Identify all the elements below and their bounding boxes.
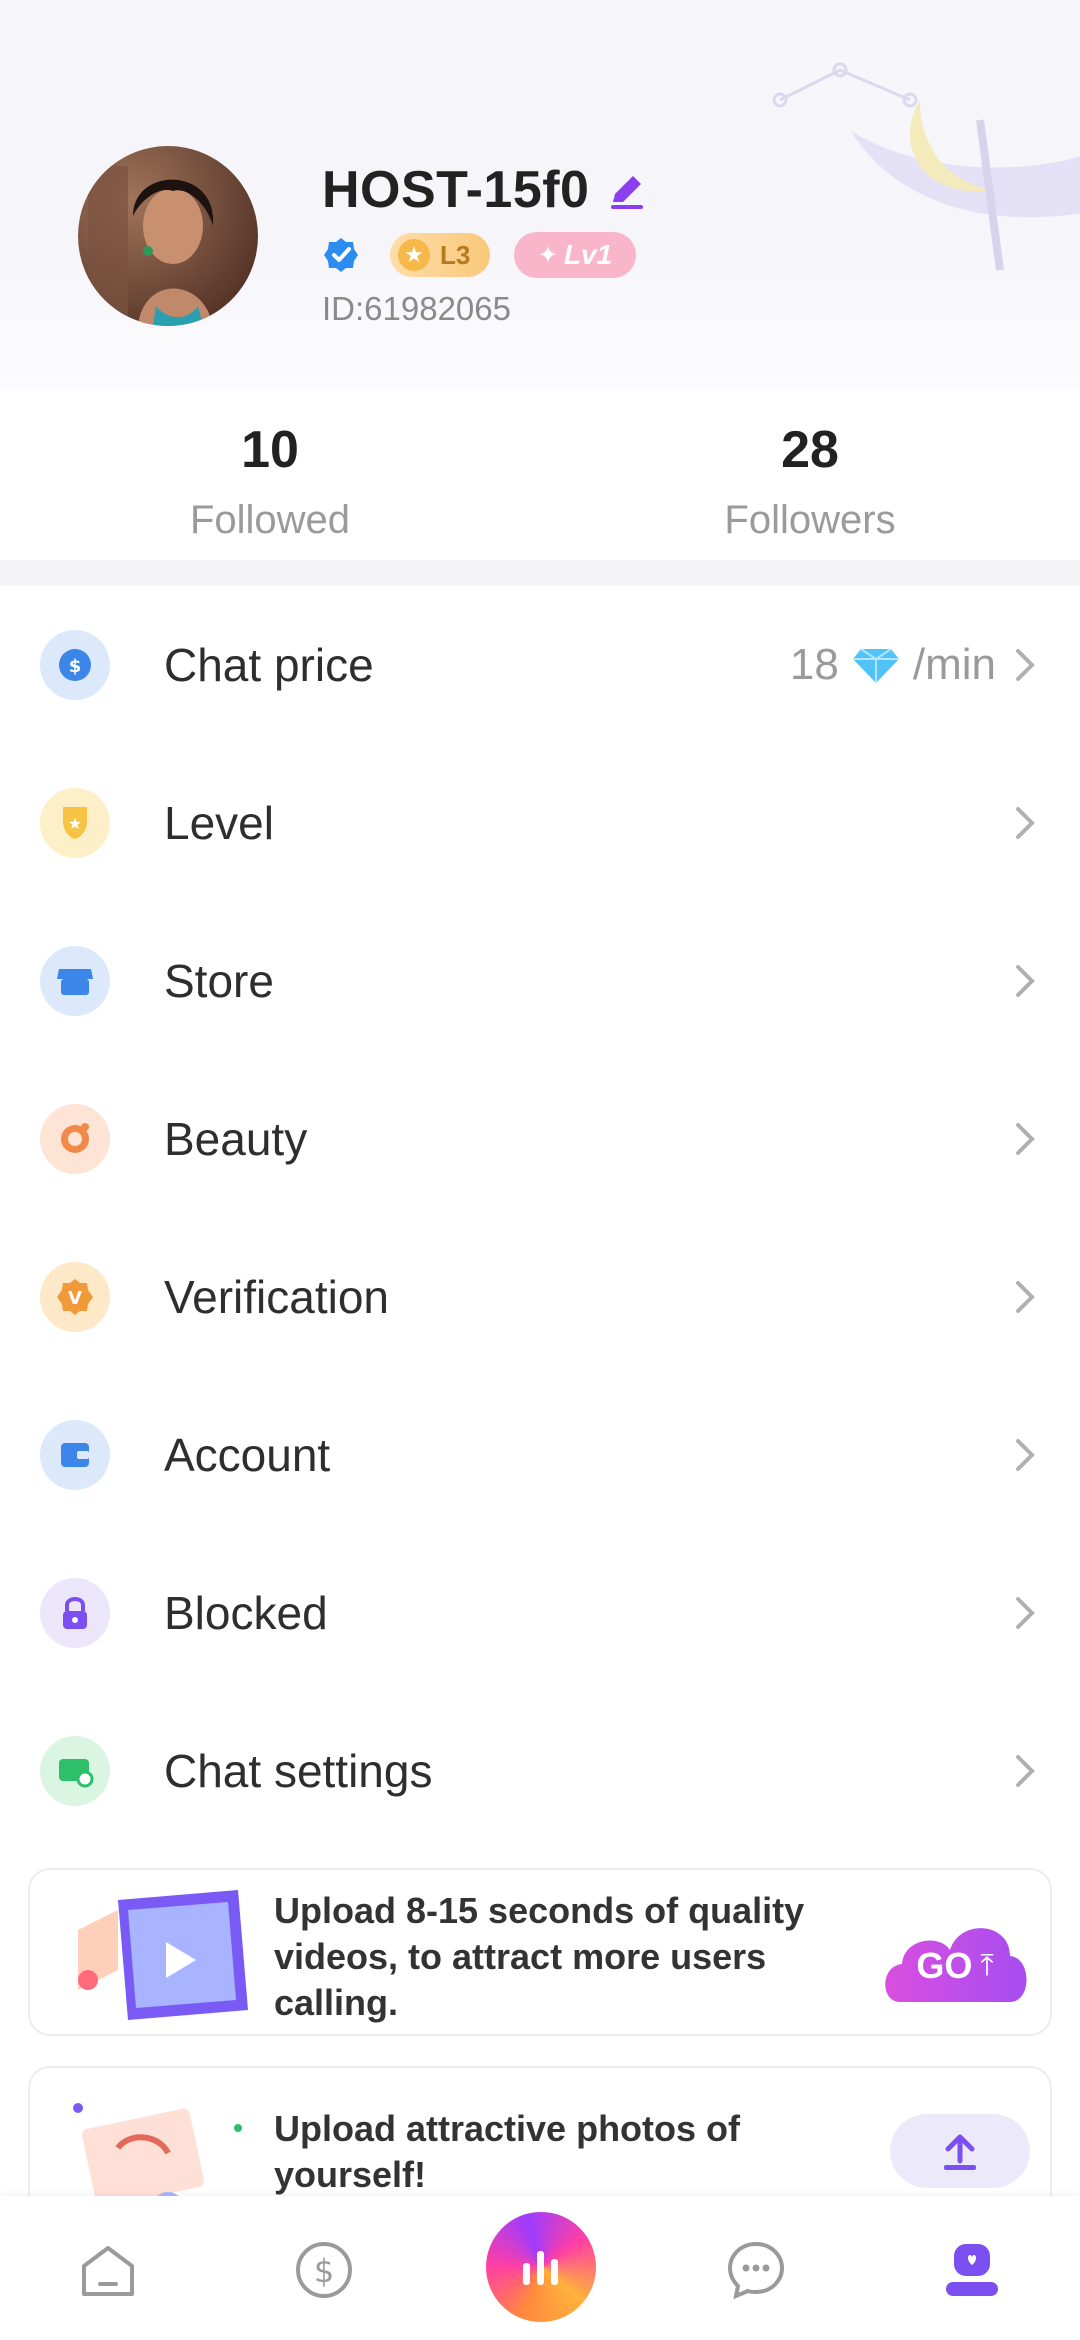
menu-label-account: Account xyxy=(164,1429,331,1481)
menu-item-beauty[interactable]: Beauty xyxy=(0,1060,1080,1218)
photo-upload-illustration xyxy=(73,2103,242,2206)
chevron-right-icon xyxy=(1016,1281,1035,1313)
menu-label-blocked: Blocked xyxy=(164,1587,328,1639)
settings-menu: $ Chat price 18 /min ★ Level Store Beaut… xyxy=(0,586,1080,1850)
upload-video-card[interactable]: Upload 8-15 seconds of quality videos, t… xyxy=(28,1868,1052,2036)
beauty-icon xyxy=(40,1104,110,1174)
menu-label-verification: Verification xyxy=(164,1271,390,1323)
bottom-navigation: $ xyxy=(0,2196,1080,2340)
chevron-right-icon xyxy=(1016,807,1035,839)
go-button[interactable]: GO ⤒ xyxy=(880,1914,1030,2004)
nav-stats[interactable] xyxy=(486,2212,596,2322)
chevron-right-icon xyxy=(1016,1123,1035,1155)
section-divider xyxy=(0,560,1080,586)
host-level-label: L3 xyxy=(440,239,471,270)
nav-profile[interactable] xyxy=(934,2232,1010,2308)
svg-text:★: ★ xyxy=(68,814,82,833)
chat-price-icon: $ xyxy=(40,630,110,700)
chat-price-unit: /min xyxy=(912,640,996,689)
store-icon xyxy=(40,946,110,1016)
verification-icon: V xyxy=(40,1262,110,1332)
chat-price-value: 18 /min xyxy=(790,640,996,690)
medal-icon: ★ xyxy=(40,788,110,858)
followed-stat[interactable]: 10 Followed xyxy=(120,420,420,543)
upload-video-text: Upload 8-15 seconds of quality videos, t… xyxy=(274,1890,805,2023)
nav-earnings[interactable]: $ xyxy=(286,2232,362,2308)
nav-messages[interactable] xyxy=(718,2232,794,2308)
menu-item-chat-settings[interactable]: Chat settings xyxy=(0,1692,1080,1850)
edit-icon[interactable] xyxy=(607,170,647,210)
menu-item-verification[interactable]: V Verification xyxy=(0,1218,1080,1376)
user-level-label: Lv1 xyxy=(563,239,613,270)
stats-icon xyxy=(523,2251,558,2285)
menu-label-beauty: Beauty xyxy=(164,1113,308,1165)
lock-icon xyxy=(40,1578,110,1648)
user-level-badge: ✦ Lv1 xyxy=(514,232,636,278)
profile-icon xyxy=(946,2244,998,2296)
upload-arrow-icon xyxy=(944,2134,976,2170)
host-level-badge: ★ L3 xyxy=(390,233,490,277)
nav-home[interactable] xyxy=(70,2232,146,2308)
profile-header: HOST-15f0 ★ L3 ✦ Lv1 ID:61982065 xyxy=(0,0,1080,390)
menu-item-account[interactable]: Account xyxy=(0,1376,1080,1534)
upload-photos-card[interactable]: Upload attractive photos of yourself! xyxy=(28,2066,1052,2206)
chat-settings-icon xyxy=(40,1736,110,1806)
chevron-right-icon xyxy=(1016,965,1035,997)
menu-label-level: Level xyxy=(164,797,274,849)
chat-icon xyxy=(727,2241,785,2300)
menu-item-level[interactable]: ★ Level xyxy=(0,744,1080,902)
chevron-right-icon xyxy=(1016,1439,1035,1471)
svg-text:V: V xyxy=(68,1288,82,1309)
username: HOST-15f0 xyxy=(322,161,590,219)
menu-item-chat-price[interactable]: $ Chat price 18 /min xyxy=(0,586,1080,744)
followers-count: 28 xyxy=(781,421,839,479)
diamond-icon xyxy=(852,648,899,683)
chevron-right-icon xyxy=(1016,1597,1035,1629)
upload-arrow-icon: ⤒ xyxy=(980,1949,994,1982)
verified-icon xyxy=(324,238,358,272)
chat-price-amount: 18 xyxy=(789,640,839,689)
menu-label-store: Store xyxy=(164,955,274,1007)
followed-count: 10 xyxy=(241,421,299,479)
menu-label-chat-settings: Chat settings xyxy=(164,1745,433,1797)
chevron-right-icon xyxy=(1016,649,1035,681)
menu-label-chat-price: Chat price xyxy=(164,639,374,691)
upload-photos-text: Upload attractive photos of yourself! xyxy=(274,2108,741,2195)
user-id: ID:61982065 xyxy=(322,290,511,327)
svg-text:$: $ xyxy=(69,656,82,677)
dollar-icon: $ xyxy=(296,2242,352,2298)
svg-text:$: $ xyxy=(314,2252,334,2290)
moon-decoration-icon xyxy=(772,62,1080,271)
sparkle-icon: ✦ xyxy=(537,241,558,269)
followers-stat[interactable]: 28 Followers xyxy=(660,420,960,543)
home-icon xyxy=(82,2246,134,2296)
video-upload-illustration xyxy=(78,1890,248,2020)
menu-item-blocked[interactable]: Blocked xyxy=(0,1534,1080,1692)
menu-item-store[interactable]: Store xyxy=(0,902,1080,1060)
chevron-right-icon xyxy=(1016,1755,1035,1787)
go-button-label: GO xyxy=(916,1945,973,1986)
avatar[interactable] xyxy=(78,146,258,326)
followed-label: Followed xyxy=(189,498,351,542)
stats-section: 10 Followed 28 Followers xyxy=(0,390,1080,560)
wallet-icon xyxy=(40,1420,110,1490)
avatar-image xyxy=(78,146,258,326)
star-icon: ★ xyxy=(398,239,430,271)
upload-photos-button[interactable] xyxy=(890,2114,1030,2188)
followers-label: Followers xyxy=(724,498,896,542)
